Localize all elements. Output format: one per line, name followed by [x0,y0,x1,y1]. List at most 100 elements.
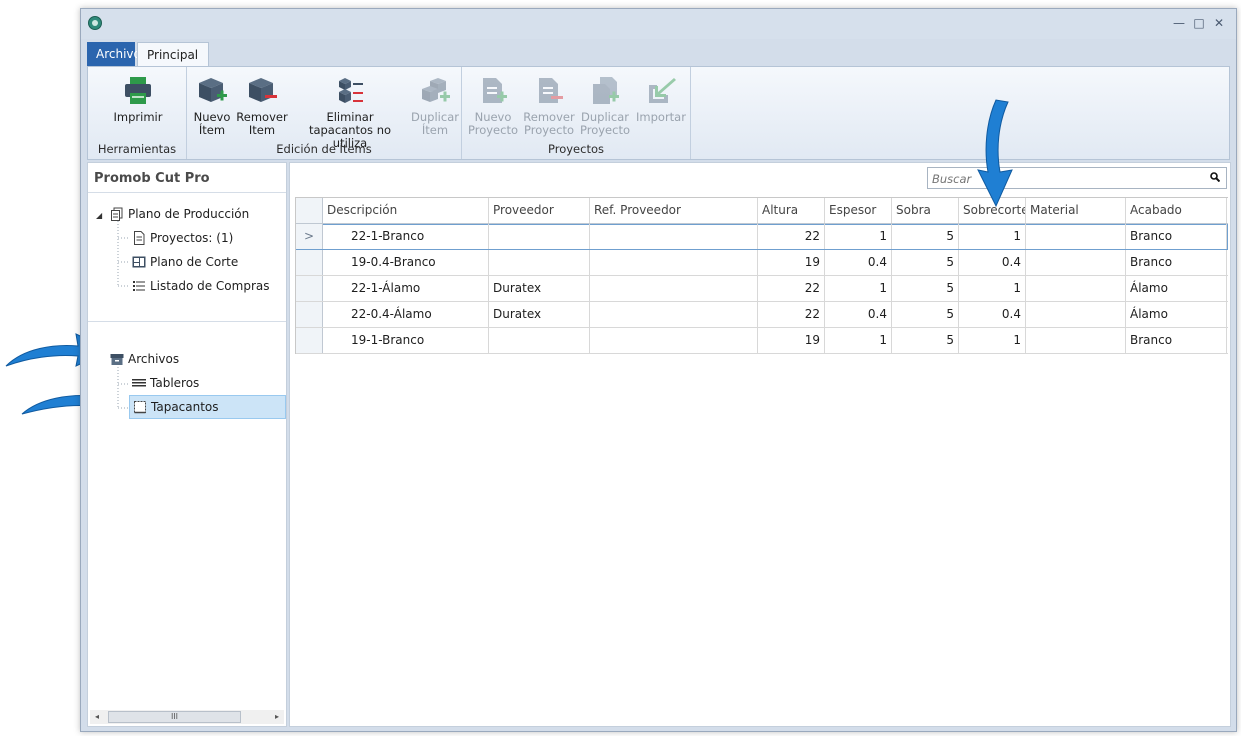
cell-sobrecorte[interactable]: 0.4 [959,302,1026,327]
cell-sobra[interactable]: 5 [892,276,959,301]
tree-node-plano-produccion[interactable]: ◢ Plano de Producción [96,204,249,224]
tab-archivo[interactable]: Archivo [87,42,141,66]
column-header-ref-proveedor[interactable]: Ref. Proveedor [590,198,758,223]
cell-ref-proveedor[interactable] [590,224,758,249]
tree-node-archivos[interactable]: Archivos [110,349,179,369]
nuevo-proyecto-button[interactable]: Nuevo Proyecto [466,75,520,137]
minimize-button[interactable]: — [1171,15,1187,31]
row-selector[interactable]: > [296,224,323,249]
cell-altura[interactable]: 22 [758,276,825,301]
duplicar-proyecto-button[interactable]: Duplicar Proyecto [578,75,632,137]
row-selector[interactable] [296,250,323,275]
cell-descripcion[interactable]: 22-1-Álamo [323,276,489,301]
cell-acabado[interactable]: Branco [1126,328,1227,353]
cell-sobrecorte[interactable]: 1 [959,276,1026,301]
cell-altura[interactable]: 19 [758,250,825,275]
cell-espesor[interactable]: 1 [825,276,892,301]
app-window: — □ ✕ Archivo Principal Imprimir Herrami… [80,8,1237,732]
scrollbar-thumb[interactable]: III [108,711,241,723]
cell-sobrecorte[interactable]: 1 [959,328,1026,353]
column-header-sobra[interactable]: Sobra [892,198,959,223]
document-icon [132,231,146,245]
row-selector[interactable] [296,302,323,327]
tree-label: Plano de Corte [150,255,239,269]
cell-altura[interactable]: 22 [758,302,825,327]
table-row[interactable]: 22-1-Álamo Duratex 22 1 5 1 Álamo [296,276,1228,302]
cell-proveedor[interactable] [489,250,590,275]
cell-acabado[interactable]: Álamo [1126,276,1227,301]
cell-altura[interactable]: 19 [758,328,825,353]
group-label-proyectos: Proyectos [548,142,604,156]
cell-espesor[interactable]: 1 [825,224,892,249]
nuevo-item-button[interactable]: Nuevo Ítem [191,75,233,137]
table-row[interactable]: 19-0.4-Branco 19 0.4 5 0.4 Branco [296,250,1228,276]
scroll-right-arrow-icon[interactable]: ▸ [270,710,284,724]
tree-node-plano-corte[interactable]: Plano de Corte [132,252,238,272]
cell-sobra[interactable]: 5 [892,224,959,249]
sidebar-divider [88,321,286,322]
search-box[interactable] [927,167,1227,189]
scroll-left-arrow-icon[interactable]: ◂ [90,710,104,724]
cell-proveedor[interactable]: Duratex [489,276,590,301]
cell-sobrecorte[interactable]: 0.4 [959,250,1026,275]
row-selector[interactable] [296,276,323,301]
cell-material[interactable] [1026,224,1126,249]
cell-acabado[interactable]: Branco [1126,224,1227,249]
cell-proveedor[interactable] [489,224,590,249]
cell-acabado[interactable]: Álamo [1126,302,1227,327]
row-selector[interactable] [296,328,323,353]
cell-espesor[interactable]: 0.4 [825,302,892,327]
callout-arrow-sobrecorte [977,99,1013,208]
cell-descripcion[interactable]: 19-1-Branco [323,328,489,353]
cell-acabado[interactable]: Branco [1126,250,1227,275]
app-logo-icon [88,16,102,30]
edge-banding-icon [133,399,147,414]
tab-principal[interactable]: Principal [137,42,209,66]
cell-material[interactable] [1026,250,1126,275]
column-header-acabado[interactable]: Acabado [1126,198,1227,223]
importar-button[interactable]: Importar [634,75,688,124]
column-header-descripcion[interactable]: Descripción [323,198,489,223]
cell-sobra[interactable]: 5 [892,250,959,275]
cell-sobra[interactable]: 5 [892,328,959,353]
cell-altura[interactable]: 22 [758,224,825,249]
cell-material[interactable] [1026,276,1126,301]
expander-icon[interactable]: ◢ [96,211,102,220]
imprimir-button[interactable]: Imprimir [110,75,166,124]
cell-ref-proveedor[interactable] [590,276,758,301]
search-input[interactable] [930,169,1194,189]
column-header-material[interactable]: Material [1026,198,1126,223]
cell-ref-proveedor[interactable] [590,328,758,353]
cell-material[interactable] [1026,328,1126,353]
remover-item-button[interactable]: Remover Item [235,75,289,137]
cell-material[interactable] [1026,302,1126,327]
table-row[interactable]: >22-1-Branco 22 1 5 1 Branco [296,224,1228,250]
sidebar-horizontal-scrollbar[interactable]: ◂ III ▸ [90,710,284,724]
column-header-altura[interactable]: Altura [758,198,825,223]
eliminar-tapacantos-button[interactable]: Eliminar tapacantos no utiliza [291,75,409,150]
table-row[interactable]: 22-0.4-Álamo Duratex 22 0.4 5 0.4 Álamo [296,302,1228,328]
duplicar-item-button[interactable]: Duplicar Ítem [411,75,459,137]
column-header-espesor[interactable]: Espesor [825,198,892,223]
maximize-button[interactable]: □ [1191,15,1207,31]
cell-descripcion[interactable]: 22-0.4-Álamo [323,302,489,327]
column-header-proveedor[interactable]: Proveedor [489,198,590,223]
close-button[interactable]: ✕ [1211,15,1227,31]
tree-node-listado-compras[interactable]: Listado de Compras [132,276,269,296]
cell-espesor[interactable]: 1 [825,328,892,353]
cell-sobra[interactable]: 5 [892,302,959,327]
cell-proveedor[interactable] [489,328,590,353]
cell-proveedor[interactable]: Duratex [489,302,590,327]
cell-descripcion[interactable]: 22-1-Branco [323,224,489,249]
table-row[interactable]: 19-1-Branco 19 1 5 1 Branco [296,328,1228,354]
tree-node-tapacantos[interactable]: Tapacantos [129,395,286,419]
tree-node-tableros[interactable]: Tableros [132,373,199,393]
cell-sobrecorte[interactable]: 1 [959,224,1026,249]
cell-ref-proveedor[interactable] [590,302,758,327]
search-icon[interactable] [1210,172,1220,182]
cell-espesor[interactable]: 0.4 [825,250,892,275]
cell-ref-proveedor[interactable] [590,250,758,275]
tree-node-proyectos[interactable]: Proyectos: (1) [132,228,233,248]
cell-descripcion[interactable]: 19-0.4-Branco [323,250,489,275]
remover-proyecto-button[interactable]: Remover Proyecto [522,75,576,137]
